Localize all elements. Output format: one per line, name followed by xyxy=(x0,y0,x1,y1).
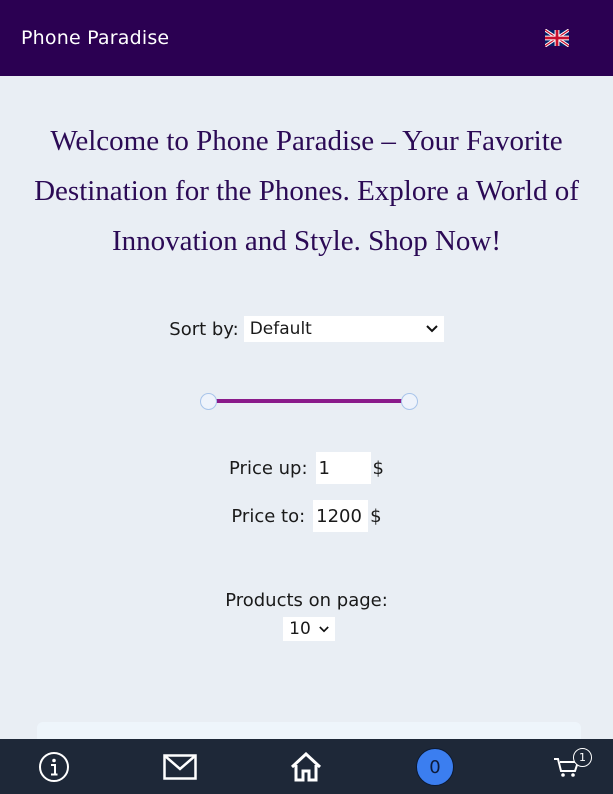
mail-icon xyxy=(163,753,197,780)
sort-select[interactable]: Default xyxy=(243,316,444,342)
cart-count-badge: 1 xyxy=(573,748,592,767)
slider-track xyxy=(209,399,409,403)
sort-selected-value: Default xyxy=(249,319,312,339)
sort-label: Sort by: xyxy=(169,318,239,340)
cart-button[interactable] xyxy=(550,739,582,794)
price-to-currency: $ xyxy=(370,505,382,527)
welcome-heading: Welcome to Phone Paradise – Your Favorit… xyxy=(34,125,579,257)
price-from-input[interactable]: 1 xyxy=(315,452,371,484)
price-to-label: Price to: xyxy=(231,505,306,527)
per-page-selected-value: 10 xyxy=(289,619,311,639)
home-button[interactable] xyxy=(289,739,323,794)
price-to-row: Price to: 1200 $ xyxy=(0,500,613,532)
slider-max-handle[interactable] xyxy=(401,393,418,410)
products-per-page-select[interactable]: 10 xyxy=(283,617,335,641)
chevron-down-icon xyxy=(426,325,438,333)
slider-min-handle[interactable] xyxy=(200,393,217,410)
price-range-slider[interactable] xyxy=(200,391,418,411)
info-icon xyxy=(39,751,69,782)
home-icon xyxy=(290,751,322,781)
counter-badge[interactable]: 0 xyxy=(416,748,454,786)
chevron-down-icon xyxy=(319,625,329,632)
brand-title[interactable]: Phone Paradise xyxy=(21,27,169,49)
price-to-input[interactable]: 1200 xyxy=(313,500,369,532)
products-per-page-label: Products on page: xyxy=(225,590,388,611)
info-button[interactable] xyxy=(36,739,72,794)
mail-button[interactable] xyxy=(162,739,198,794)
uk-flag-icon[interactable] xyxy=(545,29,569,47)
price-from-currency: $ xyxy=(372,457,384,479)
price-from-label: Price up: xyxy=(229,457,308,479)
top-header: Phone Paradise xyxy=(0,0,613,76)
price-from-row: Price up: 1 $ xyxy=(0,452,613,484)
bottom-nav xyxy=(0,739,613,794)
sort-row: Sort by: Default xyxy=(0,316,613,342)
